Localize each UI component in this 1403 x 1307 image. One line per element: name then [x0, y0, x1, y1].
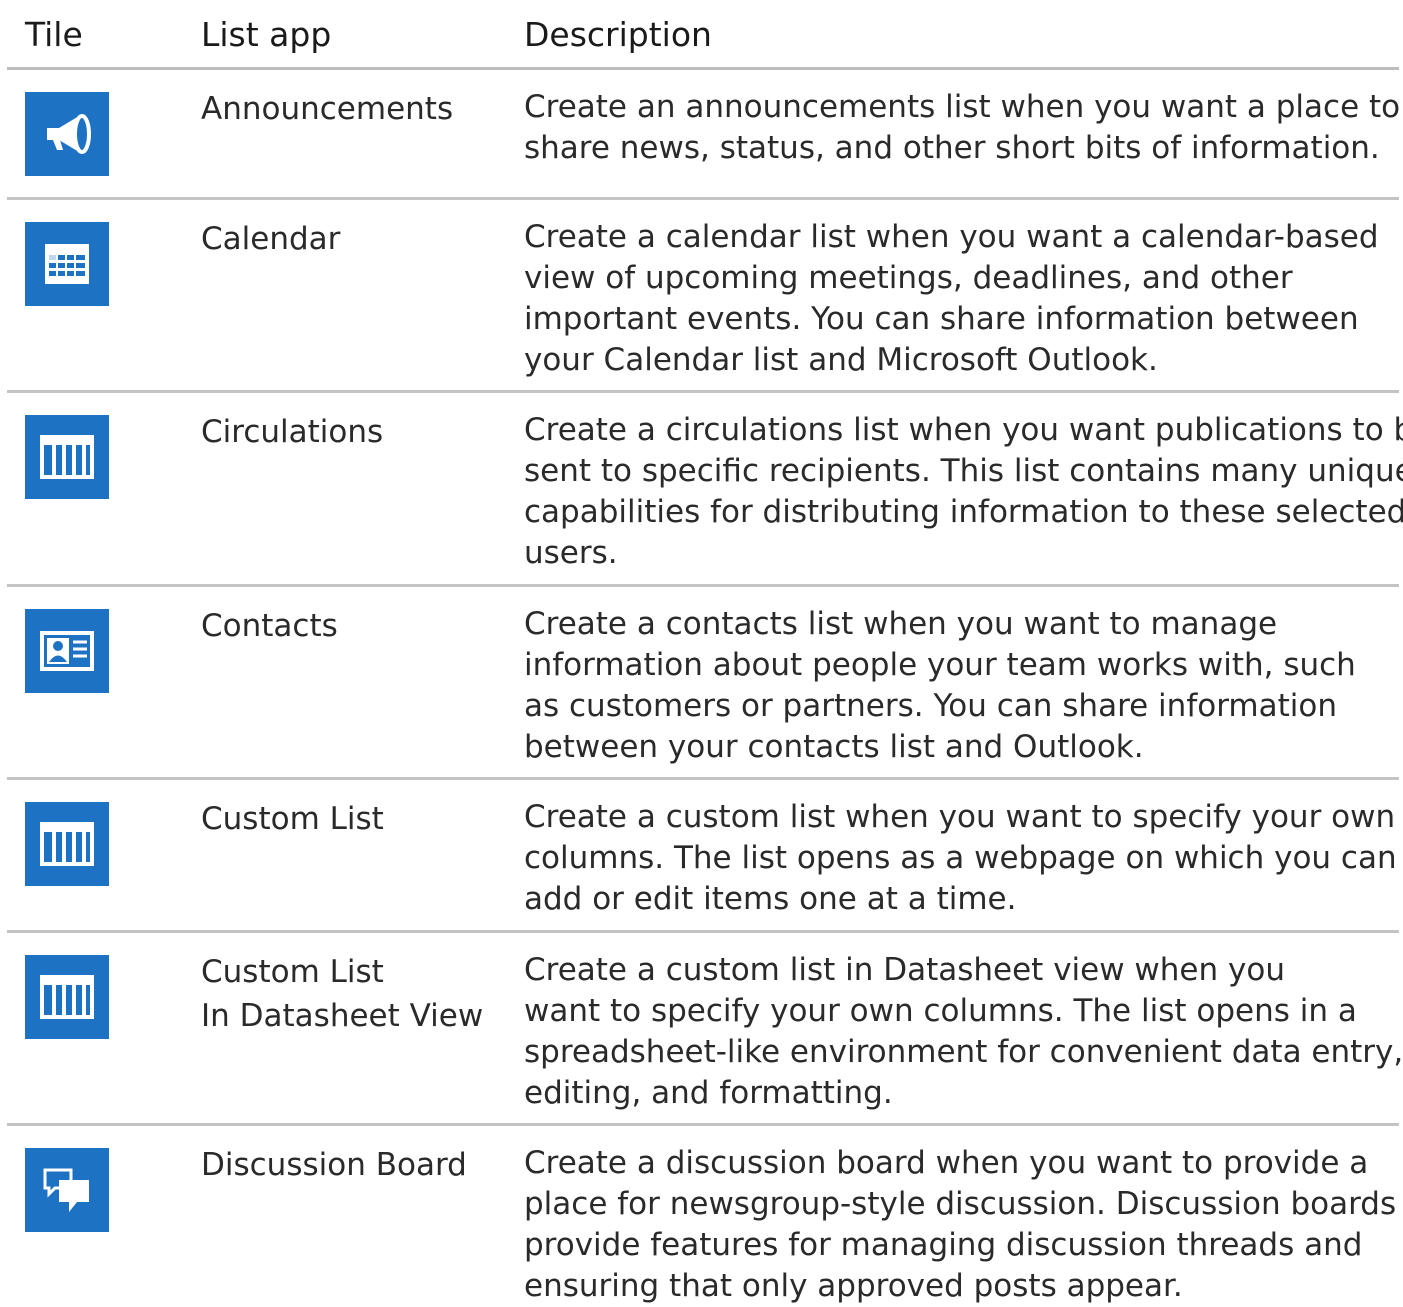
list-app-name: Contacts — [201, 608, 338, 644]
list-columns-icon — [40, 975, 94, 1019]
list-apps-table: Tile List app Description Announcements … — [7, 0, 1403, 1306]
list-app-name: Calendar — [201, 221, 341, 257]
list-columns-icon — [40, 435, 94, 479]
tile-custom-list-datasheet — [25, 955, 109, 1039]
table-header: Tile List app Description — [7, 0, 1399, 70]
table-row: Calendar Create a calendar list when you… — [7, 200, 1399, 393]
megaphone-icon — [47, 114, 91, 154]
tile-discussion-board — [25, 1148, 109, 1232]
header-list-app: List app — [201, 15, 332, 54]
list-app-name: Custom List — [201, 801, 384, 837]
tile-announcements — [25, 92, 109, 176]
discussion-icon — [43, 1168, 89, 1212]
table-row: Announcements Create an announcements li… — [7, 70, 1401, 200]
tile-circulations — [25, 415, 109, 499]
list-app-description: Create an announcements list when you wa… — [524, 89, 1401, 166]
list-app-name: Announcements — [201, 91, 454, 127]
list-app-description: Create a circulations list when you want… — [524, 412, 1403, 571]
list-app-name: Discussion Board — [201, 1147, 467, 1183]
table-row: Contacts Create a contacts list when you… — [7, 587, 1399, 780]
contact-card-icon — [40, 631, 94, 671]
header-tile: Tile — [25, 15, 83, 54]
table-row: Custom List Create a custom list when yo… — [7, 780, 1399, 933]
tile-custom-list — [25, 802, 109, 886]
calendar-icon — [45, 244, 89, 284]
table-row: Circulations Create a circulations list … — [7, 393, 1403, 587]
list-columns-icon — [40, 822, 94, 866]
list-app-name: Circulations — [201, 414, 384, 450]
list-app-description: Create a custom list in Datasheet view w… — [524, 952, 1403, 1111]
tile-contacts — [25, 609, 109, 693]
list-app-description: Create a custom list when you want to sp… — [524, 799, 1397, 917]
table-row: Discussion Board Create a discussion boa… — [7, 1126, 1399, 1306]
list-app-description: Create a discussion board when you want … — [524, 1145, 1397, 1304]
list-app-description: Create a contacts list when you want to … — [524, 606, 1356, 765]
list-app-description: Create a calendar list when you want a c… — [524, 219, 1379, 378]
table-row: Custom List In Datasheet View Create a c… — [7, 933, 1403, 1126]
list-app-name: Custom List In Datasheet View — [201, 954, 484, 1034]
header-description: Description — [524, 15, 712, 54]
tile-calendar — [25, 222, 109, 306]
